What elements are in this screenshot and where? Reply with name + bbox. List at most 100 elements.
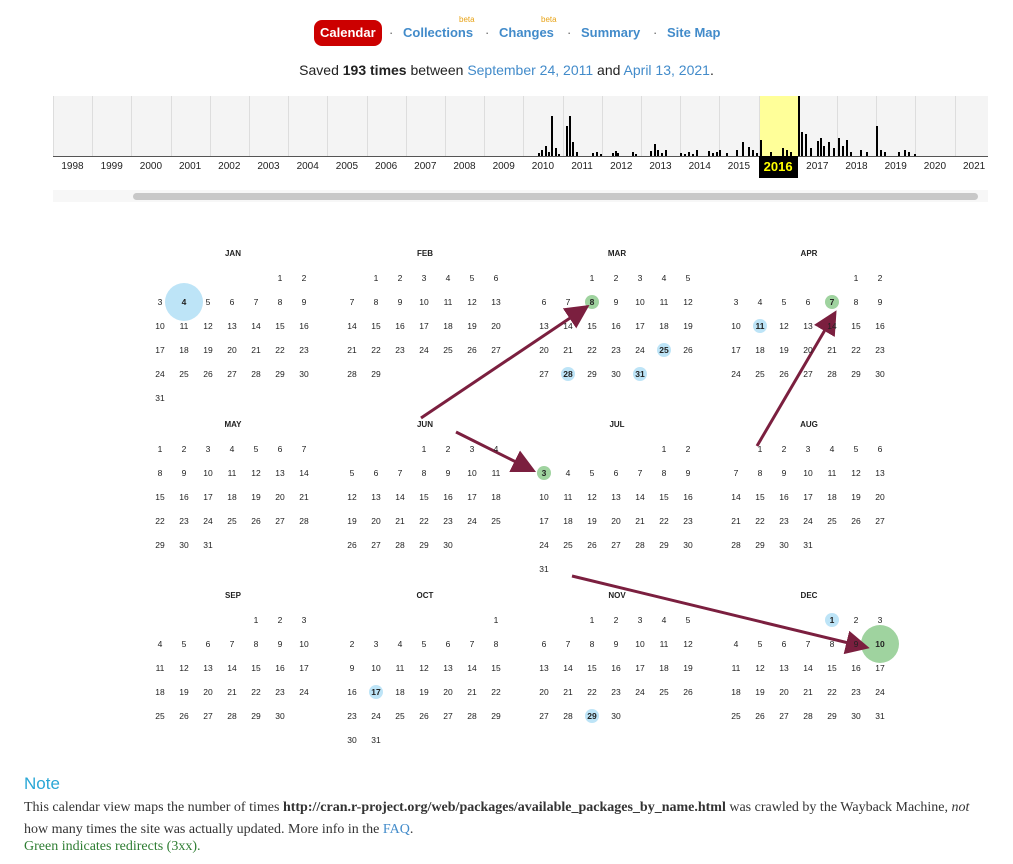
year-column[interactable] <box>288 96 328 156</box>
calendar-day[interactable]: 7 <box>820 290 844 314</box>
year-label-2013[interactable]: 2013 <box>641 156 680 178</box>
year-label-2021[interactable]: 2021 <box>955 156 994 178</box>
capture-bar <box>654 144 656 156</box>
capture-bar <box>572 142 574 156</box>
year-column[interactable] <box>915 96 955 156</box>
year-column[interactable] <box>954 96 995 156</box>
nav-separator: · <box>567 25 572 40</box>
calendar-day[interactable]: 31 <box>628 362 652 386</box>
calendar-day: 30 <box>299 369 309 379</box>
scrollbar-thumb[interactable] <box>133 193 978 200</box>
year-column[interactable] <box>445 96 485 156</box>
calendar-day[interactable]: 1 <box>820 608 844 632</box>
year-column[interactable] <box>53 96 93 156</box>
year-column[interactable] <box>680 96 720 156</box>
year-label-2019[interactable]: 2019 <box>876 156 915 178</box>
calendar-day: 2 <box>445 444 451 454</box>
year-column[interactable] <box>523 96 563 156</box>
calendar-day: 25 <box>155 711 165 721</box>
year-column[interactable] <box>484 96 524 156</box>
year-label-2015[interactable]: 2015 <box>719 156 758 178</box>
timeline-scrollbar[interactable] <box>53 190 988 202</box>
calendar-day[interactable]: 29 <box>580 704 604 728</box>
saved-count: 193 times <box>342 62 407 78</box>
first-capture-link[interactable]: September 24, 2011 <box>467 62 593 78</box>
calendar-day: 24 <box>467 516 477 526</box>
year-column[interactable] <box>601 96 642 156</box>
calendar-day: 23 <box>395 345 405 355</box>
year-column[interactable] <box>327 96 367 156</box>
year-label-2001[interactable]: 2001 <box>171 156 210 178</box>
calendar-day[interactable]: 28 <box>556 362 580 386</box>
calendar-day[interactable]: 10 <box>861 625 899 663</box>
year-label-2014[interactable]: 2014 <box>680 156 719 178</box>
year-column[interactable] <box>405 96 446 156</box>
calendar-day: 11 <box>155 663 165 673</box>
calendar-day: 21 <box>827 345 837 355</box>
year-label-2017[interactable]: 2017 <box>798 156 837 178</box>
capture-timeline[interactable] <box>53 96 988 157</box>
year-label-1999[interactable]: 1999 <box>92 156 131 178</box>
faq-link[interactable]: FAQ <box>383 822 410 837</box>
calendar-day[interactable]: 11 <box>748 314 772 338</box>
year-label-2012[interactable]: 2012 <box>602 156 641 178</box>
month-name: AUG <box>800 420 818 429</box>
year-label-2016[interactable]: 2016 <box>758 156 798 178</box>
year-label-2003[interactable]: 2003 <box>249 156 288 178</box>
beta-badge: beta <box>541 15 557 24</box>
year-label-2020[interactable]: 2020 <box>915 156 954 178</box>
calendar-day: 12 <box>203 321 213 331</box>
calendar-day[interactable]: 25 <box>652 338 676 362</box>
year-label-2007[interactable]: 2007 <box>406 156 445 178</box>
calendar-day[interactable]: 3 <box>532 461 556 485</box>
year-label-2010[interactable]: 2010 <box>523 156 562 178</box>
year-column[interactable] <box>92 96 132 156</box>
year-column[interactable] <box>249 96 289 156</box>
calendar-day: 14 <box>347 321 357 331</box>
year-label-2008[interactable]: 2008 <box>445 156 484 178</box>
year-column[interactable] <box>131 96 171 156</box>
calendar-day: 19 <box>683 663 693 673</box>
month-dec: DEC 1 2 3 4 5 6 7 8 9 10 11 12 13 14 15 16 17 18 19 20 21 22 23… <box>724 591 899 761</box>
year-label-2018[interactable]: 2018 <box>837 156 876 178</box>
year-label-2011[interactable]: 2011 <box>563 156 602 178</box>
year-column[interactable] <box>641 96 681 156</box>
calendar-day: 17 <box>635 663 645 673</box>
year-label-1998[interactable]: 1998 <box>53 156 92 178</box>
year-label-2005[interactable]: 2005 <box>327 156 366 178</box>
tab-summary[interactable]: Summary <box>581 19 640 47</box>
calendar-day: 18 <box>443 321 453 331</box>
year-label-2002[interactable]: 2002 <box>210 156 249 178</box>
tab-calendar[interactable]: Calendar <box>314 20 382 46</box>
tab-site-map[interactable]: Site Map <box>667 19 720 47</box>
calendar-day: 12 <box>251 468 261 478</box>
capture-bar <box>551 116 553 156</box>
year-label-2004[interactable]: 2004 <box>288 156 327 178</box>
calendar-day: 31 <box>203 540 213 550</box>
calendar-day: 20 <box>539 687 549 697</box>
calendar-day: 12 <box>683 297 693 307</box>
calendar-day: 19 <box>851 492 861 502</box>
year-column[interactable] <box>209 96 250 156</box>
year-column[interactable] <box>366 96 407 156</box>
last-capture-link[interactable]: April 13, 2021 <box>624 62 710 78</box>
calendar-day: 30 <box>443 540 453 550</box>
calendar-day: 13 <box>539 663 549 673</box>
calendar-day[interactable]: 8 <box>580 290 604 314</box>
year-label-2000[interactable]: 2000 <box>131 156 170 178</box>
year-column[interactable] <box>719 96 759 156</box>
year-column[interactable] <box>758 96 799 156</box>
calendar-day: 19 <box>779 345 789 355</box>
calendar-day: 13 <box>803 321 813 331</box>
calendar-day[interactable]: 4 <box>165 283 203 321</box>
calendar-day: 31 <box>803 540 813 550</box>
calendar-day: 6 <box>613 468 619 478</box>
year-label-2009[interactable]: 2009 <box>484 156 523 178</box>
year-column[interactable] <box>876 96 916 156</box>
year-label-2006[interactable]: 2006 <box>367 156 406 178</box>
calendar-day[interactable]: 17 <box>364 680 388 704</box>
calendar-day: 11 <box>443 297 453 307</box>
year-column[interactable] <box>170 96 211 156</box>
note-period: . <box>409 822 414 837</box>
calendar-day: 26 <box>419 711 429 721</box>
